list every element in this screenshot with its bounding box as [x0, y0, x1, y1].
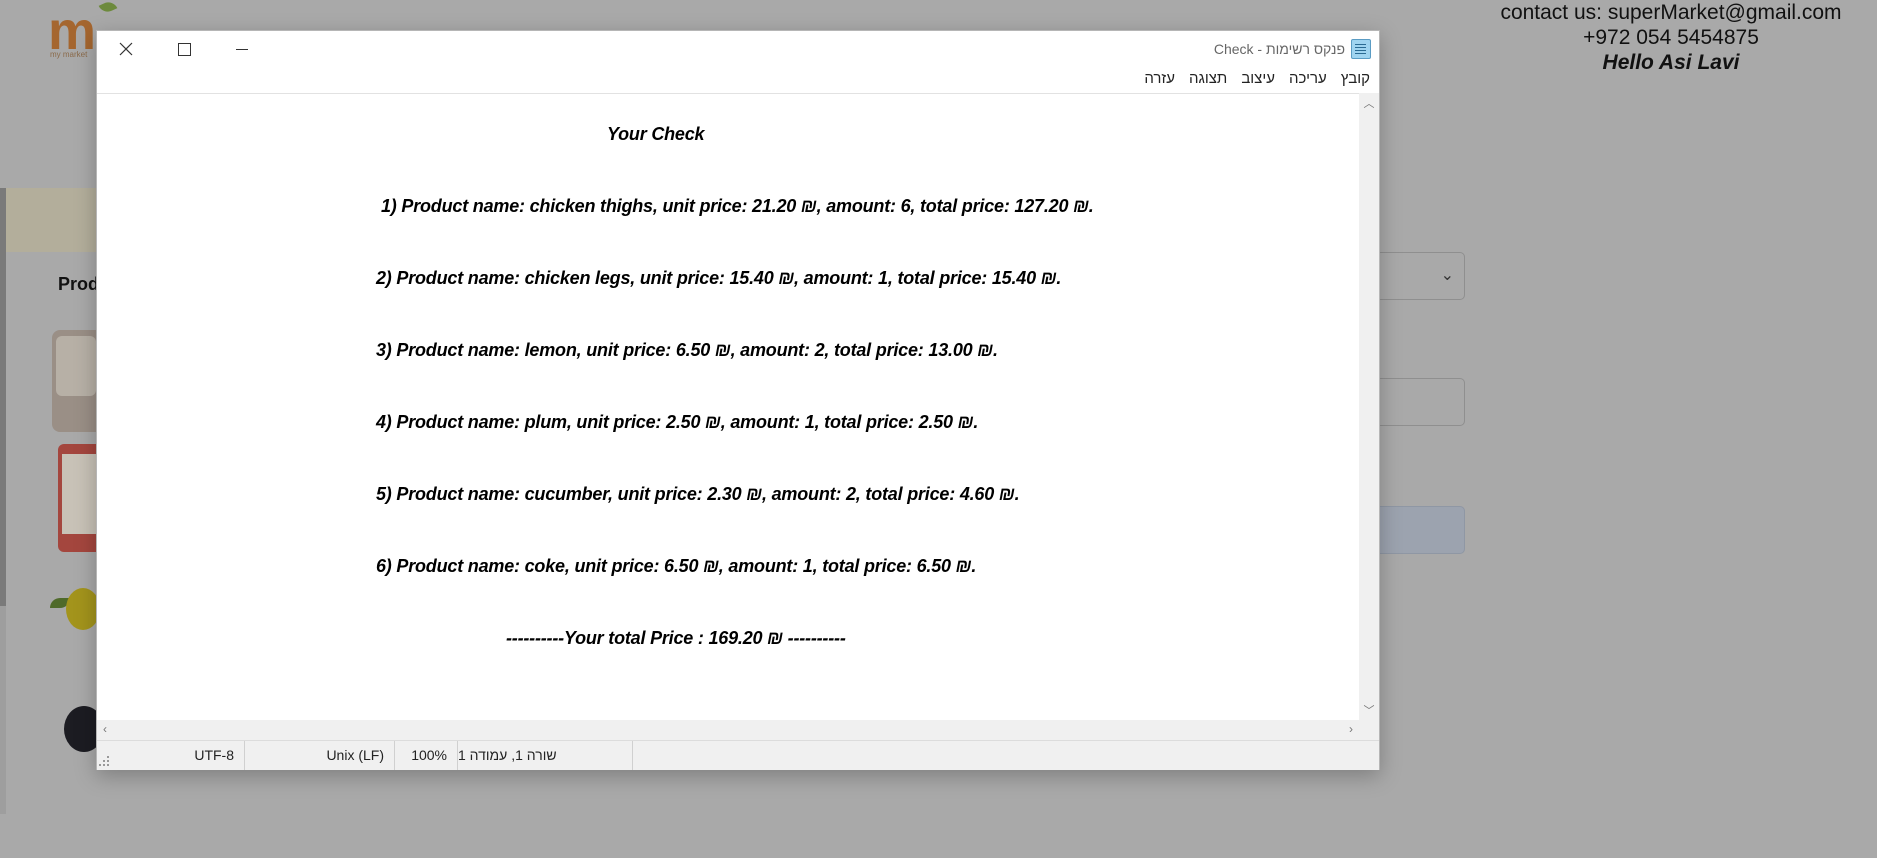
text-editor[interactable]: Your Check 1) Product name: chicken thig…: [97, 93, 1359, 721]
contact-phone: +972 054 5454875: [1583, 26, 1759, 49]
check-line: 1) Product name: chicken thighs, unit pr…: [381, 196, 1094, 216]
horizontal-scrollbar[interactable]: ‹ ›: [97, 720, 1359, 740]
status-line-ending: Unix (LF): [245, 741, 395, 770]
title-bar[interactable]: Check - פנקס רשימות: [97, 31, 1379, 67]
close-icon: [119, 42, 133, 56]
check-total: ----------Your total Price : 169.20 ₪ --…: [506, 628, 846, 648]
status-cursor-position: שורה 1, עמודה 1: [458, 741, 633, 770]
contact-email: contact us: superMarket@gmail.com: [1500, 1, 1842, 24]
close-button[interactable]: [97, 31, 155, 67]
logo-subtitle: my market: [50, 50, 88, 59]
logo-leaf-icon: [98, 0, 118, 15]
menu-help[interactable]: עזרה: [1137, 67, 1182, 91]
product-image-lemon[interactable]: [50, 584, 100, 634]
background-input[interactable]: [1380, 378, 1465, 426]
menu-view[interactable]: תצוגה: [1182, 67, 1234, 91]
scroll-corner: [1359, 720, 1379, 740]
minimize-icon: [236, 48, 248, 50]
product-image-chicken-legs[interactable]: [58, 444, 98, 552]
package-shape: [62, 454, 98, 534]
check-line: 4) Product name: plum, unit price: 2.50 …: [376, 412, 979, 432]
lemon-icon: [66, 588, 100, 630]
products-heading: Prod: [58, 274, 100, 294]
maximize-button[interactable]: [155, 31, 213, 67]
user-greeting: Hello Asi Lavi: [1602, 51, 1740, 74]
vertical-scrollbar[interactable]: ︿ ﹀: [1359, 93, 1379, 720]
background-sidebar-lower: [0, 606, 6, 814]
status-bar: UTF-8 Unix (LF) 100% שורה 1, עמודה 1: [97, 740, 1379, 770]
menu-format[interactable]: עיצוב: [1234, 67, 1282, 91]
notepad-window: Check - פנקס רשימות קובץ עריכה עיצוב תצו…: [96, 30, 1380, 770]
resize-grip-icon[interactable]: [99, 756, 111, 768]
background-sidebar: [0, 188, 6, 606]
product-image-chicken-thighs[interactable]: [52, 330, 98, 432]
chevron-left-icon[interactable]: ‹: [103, 722, 107, 736]
menu-file[interactable]: קובץ: [1334, 67, 1377, 91]
check-heading: Your Check: [607, 124, 705, 144]
package-shape: [56, 336, 96, 396]
window-title-text: Check - פנקס רשימות: [1213, 41, 1345, 57]
check-line: 5) Product name: cucumber, unit price: 2…: [376, 484, 1020, 504]
minimize-button[interactable]: [213, 31, 271, 67]
check-line: 2) Product name: chicken legs, unit pric…: [376, 268, 1062, 288]
background-select[interactable]: ⌄: [1380, 252, 1465, 300]
check-line: 3) Product name: lemon, unit price: 6.50…: [376, 340, 998, 360]
check-line: 6) Product name: coke, unit price: 6.50 …: [376, 556, 977, 576]
chevron-down-icon: ⌄: [1440, 267, 1454, 284]
chevron-right-icon[interactable]: ›: [1349, 722, 1353, 736]
contact-block: contact us: superMarket@gmail.com +972 0…: [1481, 0, 1861, 76]
menu-edit[interactable]: עריכה: [1282, 67, 1334, 91]
maximize-icon: [177, 42, 191, 56]
background-banner: [0, 188, 100, 252]
window-title: Check - פנקס רשימות: [1214, 39, 1371, 59]
menu-bar: קובץ עריכה עיצוב תצוגה עזרה: [1137, 67, 1377, 91]
status-zoom: 100%: [395, 741, 458, 770]
chevron-up-icon[interactable]: ︿: [1359, 95, 1379, 111]
status-encoding: UTF-8: [117, 741, 245, 770]
chevron-down-icon[interactable]: ﹀: [1359, 702, 1379, 718]
background-button[interactable]: [1380, 506, 1465, 554]
notepad-icon: [1351, 39, 1371, 59]
